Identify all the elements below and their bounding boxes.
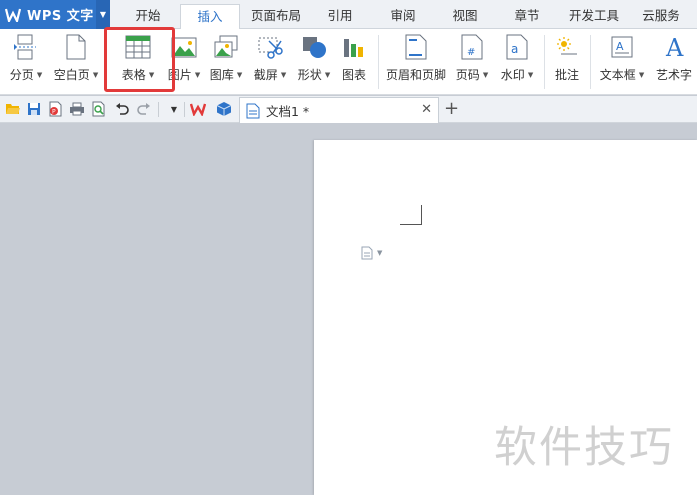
tab-references[interactable]: 引用	[315, 4, 365, 29]
quick-access-bar: P ▼ 文档1 * ✕ +	[0, 96, 697, 123]
textbox-label: 文本框	[599, 68, 636, 82]
tab-insert[interactable]: 插入	[180, 4, 240, 30]
wordart-label: 艺术字	[655, 68, 692, 82]
chevron-down-icon[interactable]: ▼	[96, 0, 110, 29]
bar-chart-icon	[337, 32, 371, 62]
comment-label: 批注	[554, 68, 579, 82]
tab-page-layout[interactable]: 页面布局	[245, 4, 307, 29]
table-icon	[121, 32, 155, 62]
ribbon-divider	[544, 35, 545, 89]
document-tab-title: 文档1 *	[266, 104, 310, 119]
chart-label: 图表	[341, 68, 366, 82]
app-name: WPS 文字	[27, 9, 94, 24]
svg-text:A: A	[665, 34, 684, 60]
page-number-label: 页码	[455, 68, 480, 82]
document-tab[interactable]: 文档1 * ✕	[239, 97, 439, 123]
ribbon-divider	[590, 35, 591, 89]
tab-home[interactable]: 开始	[120, 4, 176, 29]
toolbar-divider	[184, 102, 185, 117]
header-footer-icon	[399, 32, 433, 62]
shapes-icon	[297, 32, 331, 62]
customize-toolbar-chevron-icon[interactable]: ▼	[166, 101, 182, 117]
margin-corner-mark	[400, 205, 422, 225]
watermark-text: 软件技巧	[494, 423, 674, 473]
svg-text:a: a	[511, 42, 518, 56]
tab-view[interactable]: 视图	[440, 4, 490, 29]
page-number-button[interactable]: # 页码 ▼	[452, 32, 492, 92]
picture-button[interactable]: 图片 ▼	[164, 32, 204, 92]
page-number-icon: #	[455, 32, 489, 62]
undo-icon[interactable]	[114, 101, 130, 117]
menu-bar: WPS 文字 ▼ 开始 插入 页面布局 引用 审阅 视图 章节 开发工具 云服务	[0, 0, 697, 30]
watermark-label: 水印	[500, 68, 525, 82]
gallery-icon	[209, 32, 243, 62]
toolbar-divider	[158, 102, 159, 117]
open-folder-icon[interactable]	[5, 101, 21, 117]
page-break-icon	[9, 32, 43, 62]
print-preview-icon[interactable]	[91, 101, 107, 117]
paragraph-layout-icon[interactable]: ▼	[360, 246, 382, 260]
redo-icon[interactable]	[136, 101, 152, 117]
picture-label: 图片	[167, 68, 192, 82]
page-break-button[interactable]: 分页 ▼	[6, 32, 46, 92]
tab-cloud-services[interactable]: 云服务	[635, 4, 687, 29]
shapes-label: 形状	[297, 68, 322, 82]
ribbon-divider	[104, 35, 105, 89]
gallery-button[interactable]: 图库 ▼	[206, 32, 246, 92]
chevron-down-icon[interactable]: ▼	[377, 249, 382, 257]
wps-brand-icon[interactable]	[190, 101, 206, 117]
picture-icon	[167, 32, 201, 62]
new-tab-plus-icon[interactable]: +	[444, 98, 459, 119]
ribbon-insert: 分页 ▼ 空白页 ▼ 表格 ▼ 图片 ▼ 图库 ▼ 截屏 ▼ 形状 ▼ 图表 页…	[0, 29, 697, 95]
document-icon	[246, 103, 260, 119]
svg-text:A: A	[616, 40, 624, 53]
tab-section[interactable]: 章节	[502, 4, 552, 29]
save-icon[interactable]	[26, 101, 42, 117]
table-label: 表格	[121, 68, 146, 82]
tab-review[interactable]: 审阅	[378, 4, 428, 29]
svg-text:#: #	[467, 47, 475, 58]
watermark-button[interactable]: a 水印 ▼	[496, 32, 538, 92]
blank-page-button[interactable]: 空白页 ▼	[52, 32, 100, 92]
textbox-button[interactable]: A 文本框 ▼	[596, 32, 648, 92]
close-icon[interactable]: ✕	[421, 102, 432, 117]
print-icon[interactable]	[69, 101, 85, 117]
wps-logo-icon	[5, 7, 21, 23]
blank-page-icon	[59, 32, 93, 62]
wordart-icon: A	[657, 32, 691, 62]
table-button[interactable]: 表格 ▼	[114, 32, 162, 92]
gallery-label: 图库	[209, 68, 234, 82]
export-pdf-icon[interactable]: P	[47, 101, 63, 117]
screenshot-button[interactable]: 截屏 ▼	[250, 32, 290, 92]
chart-button[interactable]: 图表	[336, 32, 372, 92]
cube-icon[interactable]	[216, 101, 232, 117]
tab-developer-tools[interactable]: 开发工具	[562, 4, 626, 29]
page-break-label: 分页	[9, 68, 34, 82]
watermark-icon: a	[500, 32, 534, 62]
scissors-icon	[253, 32, 287, 62]
svg-text:P: P	[52, 109, 56, 116]
shapes-button[interactable]: 形状 ▼	[294, 32, 334, 92]
ribbon-divider	[378, 35, 379, 89]
wordart-button[interactable]: A 艺术字	[652, 32, 696, 92]
screenshot-label: 截屏	[253, 68, 278, 82]
blank-page-label: 空白页	[53, 68, 90, 82]
header-footer-button[interactable]: 页眉和页脚	[384, 32, 448, 92]
app-menu-button[interactable]: WPS 文字 ▼	[0, 0, 110, 29]
comment-icon	[550, 32, 584, 62]
header-footer-label: 页眉和页脚	[385, 68, 446, 82]
comment-button[interactable]: 批注	[550, 32, 584, 92]
textbox-icon: A	[605, 32, 639, 62]
